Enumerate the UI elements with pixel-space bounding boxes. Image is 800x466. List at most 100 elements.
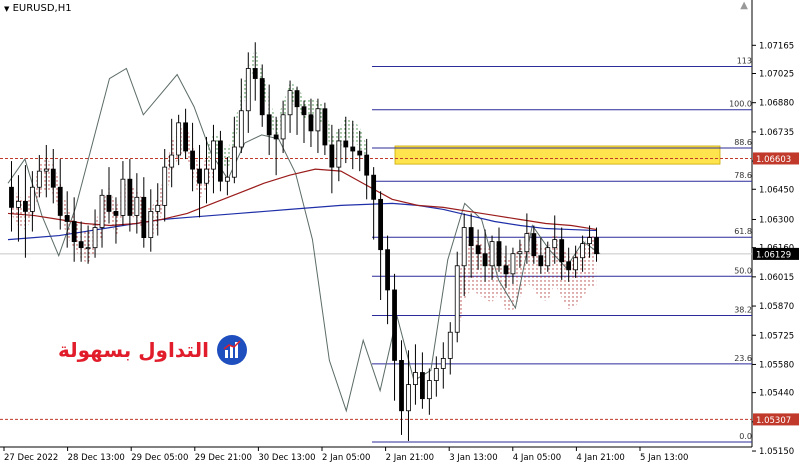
fib-level-label: 78.6: [734, 171, 752, 180]
candle-body: [197, 168, 202, 184]
candle-body: [336, 140, 342, 168]
candle-body: [23, 200, 28, 212]
fib-level-label: 113: [737, 56, 752, 65]
candle-body: [364, 154, 370, 176]
candle-body: [36, 170, 42, 188]
candle-body: [252, 68, 258, 79]
brand-logo: التداول بسهولة: [58, 330, 247, 370]
brand-text: التداول بسهولة: [58, 338, 209, 362]
fib-level-label: 0.0: [739, 432, 752, 441]
bar-chart-logo-icon: [216, 335, 247, 365]
candle-body: [71, 221, 77, 243]
candle-body: [392, 289, 397, 361]
fib-level-label: 38.2: [734, 306, 752, 315]
candle-body: [273, 134, 279, 140]
candle-body: [9, 186, 14, 208]
candle-body: [573, 257, 579, 271]
time-tick-label: 29 Dec 21:00: [195, 453, 252, 463]
candle-body: [315, 108, 321, 132]
price-tick-label: 1.07025: [759, 69, 794, 79]
price-tick-label: 1.06300: [759, 215, 794, 225]
candle-body: [385, 249, 390, 291]
candle-body: [64, 215, 70, 222]
candle-body: [294, 90, 300, 108]
candle-body: [127, 178, 133, 216]
candle-body: [524, 233, 530, 253]
candle-body: [148, 211, 154, 238]
candle-body: [259, 78, 265, 116]
fib-level-label: 50.0: [734, 266, 752, 275]
candle-body: [594, 237, 599, 255]
candle-body: [57, 186, 63, 216]
candle-body: [183, 122, 189, 152]
candle-body: [447, 331, 453, 359]
candle-body: [211, 140, 216, 170]
candle-body: [280, 114, 286, 140]
candle-body: [162, 166, 168, 206]
candle-body: [461, 227, 467, 267]
time-tick-label: 2 Jan 05:00: [322, 453, 370, 463]
chart-panel[interactable]: 113 100.0 88.6 78.6 61.8 50.0 38.2 23.6 0.0 1.07…: [0, 0, 800, 466]
candle-body: [78, 241, 84, 249]
candle-body: [538, 255, 544, 267]
time-tick-label: 4 Jan 21:00: [576, 453, 624, 463]
candle-body: [29, 186, 35, 212]
candle-body: [419, 372, 425, 400]
candle-body: [503, 265, 509, 275]
candle-body: [266, 114, 272, 136]
fib-level-label: 88.6: [734, 138, 752, 147]
candle-body: [350, 146, 356, 152]
candle-body: [343, 140, 349, 148]
price-tick-label: 1.06880: [759, 99, 794, 109]
candle-body: [190, 150, 195, 170]
fib-level-label: 61.8: [734, 227, 752, 236]
candle-body: [141, 196, 147, 238]
candle-body: [92, 227, 98, 249]
candle-body: [238, 110, 244, 148]
price-label-text: 1.05307: [756, 416, 791, 426]
candle-body: [134, 196, 140, 216]
price-label-text: 1.06129: [756, 250, 791, 260]
candle-body: [155, 204, 161, 212]
candle-body: [308, 114, 314, 132]
candle-body: [16, 200, 21, 208]
fib-level-label: 100.0: [729, 100, 752, 109]
time-tick-label: 27 Dec 2022: [4, 453, 58, 463]
candle-body: [287, 90, 293, 116]
candle-body: [517, 251, 523, 255]
candle-body: [545, 247, 551, 267]
time-tick-label: 5 Jan 13:00: [640, 453, 688, 463]
candle-body: [580, 243, 585, 259]
window-close-icon[interactable]: ▲: [740, 0, 748, 11]
candle-body: [99, 194, 105, 228]
candle-body: [85, 247, 91, 250]
candle-body: [559, 239, 565, 263]
candle-body: [587, 237, 592, 245]
fib-level-label: 23.6: [734, 354, 752, 363]
candle-body: [378, 198, 384, 251]
candle-body: [496, 241, 502, 267]
time-tick-label: 28 Dec 13:00: [68, 453, 125, 463]
time-tick-label: 29 Dec 05:00: [131, 453, 188, 463]
price-tick-label: 1.05150: [759, 447, 794, 457]
price-tick-label: 1.06450: [759, 185, 794, 195]
candle-body: [176, 122, 182, 156]
candle-body: [426, 380, 432, 400]
candle-body: [218, 140, 223, 182]
candle-body: [566, 261, 572, 271]
price-tick-label: 1.05440: [759, 389, 794, 399]
candle-body: [475, 245, 481, 255]
candle-body: [552, 239, 558, 249]
time-tick-label: 4 Jan 05:00: [513, 453, 561, 463]
price-chart[interactable]: 113 100.0 88.6 78.6 61.8 50.0 38.2 23.6 0.0 1.07…: [0, 0, 800, 466]
candle-body: [531, 233, 537, 257]
candle-body: [245, 68, 251, 112]
symbol-label: EURUSD,H1: [12, 3, 72, 14]
candle-body: [357, 150, 363, 156]
candle-body: [510, 253, 516, 275]
time-tick-label: 3 Jan 13:00: [449, 453, 497, 463]
candle-body: [106, 194, 112, 212]
candle-body: [489, 241, 495, 267]
dropdown-icon[interactable]: ▼: [4, 5, 9, 13]
time-tick-label: 30 Dec 13:00: [258, 453, 315, 463]
